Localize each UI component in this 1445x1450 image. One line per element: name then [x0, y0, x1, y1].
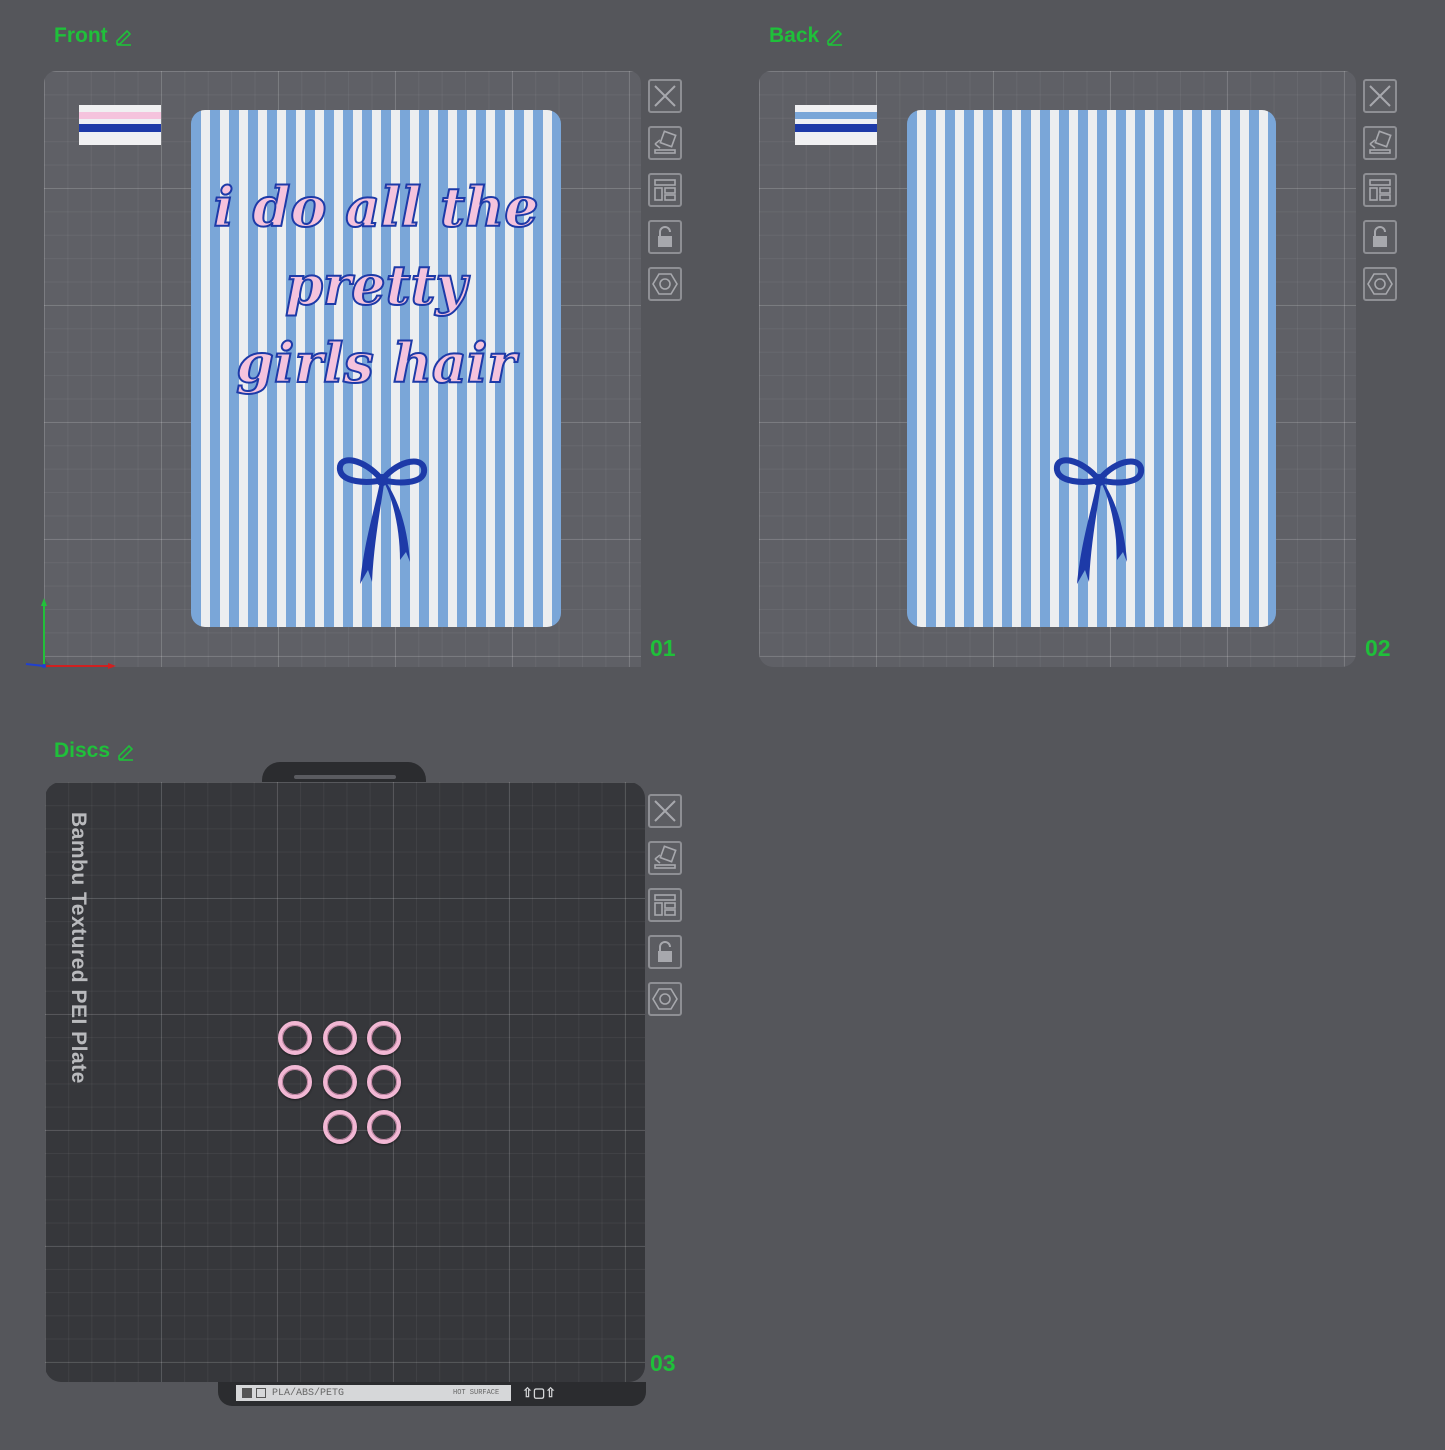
edit-icon[interactable]	[114, 26, 134, 46]
plate-type-icon	[242, 1388, 252, 1398]
plate-toolbar	[648, 79, 682, 301]
plate-title-text: Discs	[54, 739, 111, 762]
plate-number: 01	[650, 635, 676, 661]
disc-model[interactable]	[323, 1110, 357, 1144]
plate-number: 02	[1365, 635, 1391, 661]
bow-icon	[1054, 457, 1144, 584]
settings-icon[interactable]	[648, 982, 682, 1016]
close-icon[interactable]	[648, 79, 682, 113]
axis-gizmo-icon	[25, 598, 116, 669]
close-icon[interactable]	[648, 794, 682, 828]
plate-toolbar	[1363, 79, 1397, 301]
cover-text-line: girls hair	[235, 330, 517, 396]
plate-strip-warning: HOT SURFACE	[453, 1388, 500, 1397]
disc-model[interactable]	[367, 1021, 401, 1055]
filament-swatch	[795, 105, 877, 145]
disc-model[interactable]	[278, 1065, 312, 1099]
auto-orient-icon[interactable]	[648, 841, 682, 875]
auto-orient-icon[interactable]	[1363, 126, 1397, 160]
plate-strip-text: PLA/ABS/PETG	[272, 1387, 345, 1399]
disc-model[interactable]	[367, 1065, 401, 1099]
settings-icon[interactable]	[1363, 267, 1397, 301]
front-cover-model[interactable]: i do all the pretty girls hair	[191, 110, 561, 627]
plate-side-icon	[256, 1388, 266, 1398]
plate-title-back[interactable]: Back	[769, 24, 845, 48]
edit-icon[interactable]	[825, 26, 845, 46]
disc-model[interactable]	[323, 1021, 357, 1055]
auto-orient-icon[interactable]	[648, 126, 682, 160]
plate-title-text: Back	[769, 24, 820, 47]
pei-plate-label: Bambu Textured PEI Plate	[67, 812, 90, 1084]
filament-swatch	[79, 105, 161, 145]
edit-icon[interactable]	[116, 741, 136, 761]
plate-number: 03	[650, 1350, 676, 1376]
plate-title-text: Front	[54, 24, 108, 47]
cover-text-line: pretty	[284, 252, 468, 318]
disc-model[interactable]	[278, 1021, 312, 1055]
close-icon[interactable]	[1363, 79, 1397, 113]
lock-icon[interactable]	[648, 220, 682, 254]
disc-model[interactable]	[323, 1065, 357, 1099]
arrange-icon[interactable]	[648, 173, 682, 207]
plate-strip-label: PLA/ABS/PETG HOT SURFACE	[236, 1385, 511, 1401]
back-cover-model[interactable]	[907, 110, 1276, 627]
disc-model[interactable]	[367, 1110, 401, 1144]
cover-text-line: i do all the	[212, 174, 539, 240]
plate-title-front[interactable]: Front	[54, 24, 134, 48]
lock-icon[interactable]	[1363, 220, 1397, 254]
plate-toolbar	[648, 794, 682, 1016]
arrange-icon[interactable]	[648, 888, 682, 922]
arrange-icon[interactable]	[1363, 173, 1397, 207]
plate-orientation-icon: ⇧▢⇧	[522, 1385, 557, 1400]
bow-icon	[337, 457, 427, 584]
lock-icon[interactable]	[648, 935, 682, 969]
plate-title-discs[interactable]: Discs	[54, 739, 136, 763]
settings-icon[interactable]	[648, 267, 682, 301]
